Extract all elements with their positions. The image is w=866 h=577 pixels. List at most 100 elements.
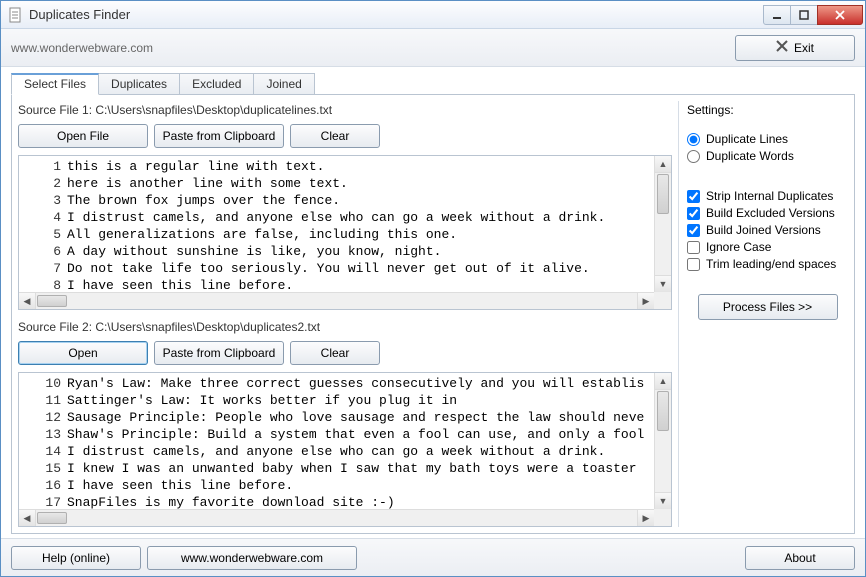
check-ignore-case[interactable]: Ignore Case [687, 240, 848, 254]
website-button[interactable]: www.wonderwebware.com [147, 546, 357, 570]
scroll-left-icon[interactable]: ◀ [19, 510, 36, 526]
scroll-right-icon[interactable]: ▶ [637, 293, 654, 309]
maximize-button[interactable] [790, 5, 818, 25]
line-number: 17 [19, 494, 67, 509]
source2-hscroll[interactable]: ◀ ▶ [19, 509, 654, 526]
source1-vscroll[interactable]: ▲ ▼ [654, 156, 671, 292]
line-number: 8 [19, 277, 67, 292]
text-line[interactable]: 14I distrust camels, and anyone else who… [19, 443, 654, 460]
exit-button[interactable]: Exit [735, 35, 855, 61]
source1-clear-button[interactable]: Clear [290, 124, 380, 148]
tab-select-files[interactable]: Select Files [11, 73, 99, 95]
source1-open-button[interactable]: Open File [18, 124, 148, 148]
source1-hscroll[interactable]: ◀ ▶ [19, 292, 654, 309]
check-build-joined[interactable]: Build Joined Versions [687, 223, 848, 237]
check-strip-internal[interactable]: Strip Internal Duplicates [687, 189, 848, 203]
line-number: 12 [19, 409, 67, 426]
line-text: Shaw's Principle: Build a system that ev… [67, 426, 644, 443]
process-files-button[interactable]: Process Files >> [698, 294, 838, 320]
text-line[interactable]: 3The brown fox jumps over the fence. [19, 192, 654, 209]
source2-clear-button[interactable]: Clear [290, 341, 380, 365]
text-line[interactable]: 1this is a regular line with text. [19, 158, 654, 175]
help-button[interactable]: Help (online) [11, 546, 141, 570]
minimize-button[interactable] [763, 5, 791, 25]
line-text: A day without sunshine is like, you know… [67, 243, 441, 260]
line-number: 11 [19, 392, 67, 409]
scroll-down-icon[interactable]: ▼ [655, 492, 671, 509]
radio-duplicate-words[interactable]: Duplicate Words [687, 149, 848, 163]
settings-panel: Settings: Duplicate Lines Duplicate Word… [678, 101, 848, 527]
line-number: 7 [19, 260, 67, 277]
text-line[interactable]: 10Ryan's Law: Make three correct guesses… [19, 375, 654, 392]
line-text: this is a regular line with text. [67, 158, 324, 175]
source1-textbox[interactable]: 1this is a regular line with text.2here … [18, 155, 672, 310]
source2-vscroll[interactable]: ▲ ▼ [654, 373, 671, 509]
scroll-thumb[interactable] [657, 174, 669, 214]
source2-open-button[interactable]: Open [18, 341, 148, 365]
line-text: I distrust camels, and anyone else who c… [67, 209, 605, 226]
toolbar-url: www.wonderwebware.com [11, 41, 735, 55]
line-number: 2 [19, 175, 67, 192]
line-number: 14 [19, 443, 67, 460]
line-number: 13 [19, 426, 67, 443]
left-column: Source File 1: C:\Users\snapfiles\Deskto… [18, 101, 672, 527]
scroll-down-icon[interactable]: ▼ [655, 275, 671, 292]
options-group: Strip Internal Duplicates Build Excluded… [687, 186, 848, 274]
window-title: Duplicates Finder [29, 7, 764, 22]
line-text: Sattinger's Law: It works better if you … [67, 392, 457, 409]
settings-title: Settings: [687, 103, 848, 117]
line-text: I distrust camels, and anyone else who c… [67, 443, 605, 460]
tab-excluded[interactable]: Excluded [179, 73, 254, 95]
text-line[interactable]: 8I have seen this line before. [19, 277, 654, 292]
tab-joined[interactable]: Joined [253, 73, 314, 95]
text-line[interactable]: 15I knew I was an unwanted baby when I s… [19, 460, 654, 477]
line-text: Sausage Principle: People who love sausa… [67, 409, 644, 426]
scroll-thumb[interactable] [37, 295, 67, 307]
tab-duplicates[interactable]: Duplicates [98, 73, 180, 95]
text-line[interactable]: 17SnapFiles is my favorite download site… [19, 494, 654, 509]
text-line[interactable]: 13Shaw's Principle: Build a system that … [19, 426, 654, 443]
radio-duplicate-lines[interactable]: Duplicate Lines [687, 132, 848, 146]
scroll-right-icon[interactable]: ▶ [637, 510, 654, 526]
titlebar[interactable]: Duplicates Finder [1, 1, 865, 29]
source1-paste-button[interactable]: Paste from Clipboard [154, 124, 284, 148]
check-trim-spaces[interactable]: Trim leading/end spaces [687, 257, 848, 271]
exit-label: Exit [794, 41, 814, 55]
check-build-excluded[interactable]: Build Excluded Versions [687, 206, 848, 220]
close-button[interactable] [817, 5, 863, 25]
line-text: I knew I was an unwanted baby when I saw… [67, 460, 637, 477]
line-number: 3 [19, 192, 67, 209]
exit-icon [776, 40, 788, 55]
scroll-up-icon[interactable]: ▲ [655, 156, 671, 173]
source2-paste-button[interactable]: Paste from Clipboard [154, 341, 284, 365]
scroll-up-icon[interactable]: ▲ [655, 373, 671, 390]
text-line[interactable]: 12Sausage Principle: People who love sau… [19, 409, 654, 426]
text-line[interactable]: 4I distrust camels, and anyone else who … [19, 209, 654, 226]
text-line[interactable]: 7Do not take life too seriously. You wil… [19, 260, 654, 277]
toolbar: www.wonderwebware.com Exit [1, 29, 865, 67]
source2-textbox[interactable]: 10Ryan's Law: Make three correct guesses… [18, 372, 672, 527]
text-line[interactable]: 5All generalizations are false, includin… [19, 226, 654, 243]
text-line[interactable]: 2here is another line with some text. [19, 175, 654, 192]
footer: Help (online) www.wonderwebware.com Abou… [1, 538, 865, 576]
line-text: SnapFiles is my favorite download site :… [67, 494, 395, 509]
source1-buttons: Open File Paste from Clipboard Clear [18, 124, 672, 148]
source1-label: Source File 1: C:\Users\snapfiles\Deskto… [18, 103, 672, 117]
scroll-corner [654, 292, 671, 309]
line-text: Ryan's Law: Make three correct guesses c… [67, 375, 644, 392]
line-text: All generalizations are false, including… [67, 226, 457, 243]
line-number: 4 [19, 209, 67, 226]
line-text: Do not take life too seriously. You will… [67, 260, 590, 277]
line-number: 1 [19, 158, 67, 175]
mode-group: Duplicate Lines Duplicate Words [687, 125, 848, 176]
scroll-left-icon[interactable]: ◀ [19, 293, 36, 309]
scroll-thumb[interactable] [37, 512, 67, 524]
line-number: 10 [19, 375, 67, 392]
source2-label: Source File 2: C:\Users\snapfiles\Deskto… [18, 320, 672, 334]
about-button[interactable]: About [745, 546, 855, 570]
text-line[interactable]: 16I have seen this line before. [19, 477, 654, 494]
line-text: I have seen this line before. [67, 477, 293, 494]
text-line[interactable]: 11Sattinger's Law: It works better if yo… [19, 392, 654, 409]
text-line[interactable]: 6A day without sunshine is like, you kno… [19, 243, 654, 260]
scroll-thumb[interactable] [657, 391, 669, 431]
